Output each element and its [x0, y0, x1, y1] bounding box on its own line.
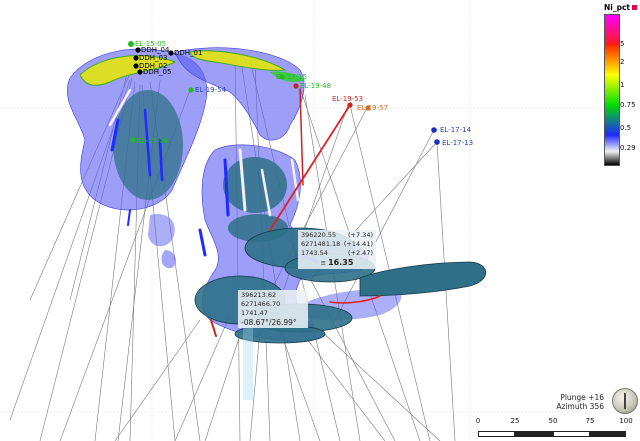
collar-el-15-04[interactable] [130, 137, 136, 143]
compass-needle-icon [624, 393, 626, 409]
legend-swatch [605, 135, 619, 165]
3d-viewport[interactable]: EL-15-05 DDH_04 DDH_03 DDH_01 DDH_02 DDH… [0, 0, 640, 441]
readout-delta: (+7.34) [348, 231, 373, 239]
measurement-readout-1: 396220.55 (+7.34) 6271481.18 (+14.41) 17… [298, 230, 376, 269]
legend-swatch [605, 105, 619, 135]
readout-delta: (+14.41) [343, 240, 373, 248]
collar-ddh-04[interactable] [135, 47, 141, 53]
scale-segment [515, 431, 553, 437]
legend-title: Ni_pct [604, 3, 637, 12]
readout-angle: -08.67°/26.99° [241, 318, 297, 327]
readout-coord: 1741.47 [241, 309, 268, 317]
legend-tick: 5 [620, 40, 625, 48]
legend-swatch [605, 15, 619, 45]
legend-tick: 0.5 [620, 124, 632, 132]
collar-el-17-14[interactable] [431, 127, 437, 133]
distance-icon: ≡ [320, 259, 327, 267]
hole-label: DDH_01 [174, 49, 202, 57]
collar-el-19-54[interactable] [188, 87, 194, 93]
readout-coord: 6271466.70 [241, 300, 281, 308]
legend-tick: 0.29 [620, 144, 636, 152]
scale-segment [590, 431, 626, 437]
hole-label: EL-19-54 [195, 86, 227, 94]
legend-tick: 1 [620, 81, 625, 89]
readout-coord: 396213.62 [241, 291, 277, 299]
scale-tick: 100 [619, 417, 633, 425]
readout-coord: 396220.55 [301, 231, 337, 239]
collar-ddh-03[interactable] [133, 55, 139, 61]
hole-label: EL-19-48 [300, 82, 331, 90]
scale-segment [478, 431, 515, 437]
measurement-readout-2: 396213.62 6271466.70 1741.47 -08.67°/26.… [238, 290, 308, 328]
scale-bar: 0 25 50 75 100 [475, 411, 636, 439]
legend-swatch [605, 75, 619, 105]
scene-canvas[interactable]: EL-15-05 DDH_04 DDH_03 DDH_01 DDH_02 DDH… [0, 0, 640, 441]
hole-label: DDH_03 [139, 54, 167, 62]
scale-segment [553, 431, 590, 437]
collar-ddh-05[interactable] [137, 69, 143, 75]
collar-el-19-48[interactable] [293, 83, 299, 89]
collar-el-17-13[interactable] [434, 139, 440, 145]
scale-tick: 0 [475, 417, 481, 425]
hole-label: EL-17-13 [442, 139, 473, 147]
close-icon[interactable] [632, 5, 637, 10]
collar-ddh-02[interactable] [133, 63, 139, 69]
hole-label: EL-17-14 [440, 126, 472, 134]
readout-distance: 16.35 [328, 258, 354, 267]
collar-el-19-53[interactable] [347, 102, 353, 108]
legend-tick: 0.75 [620, 101, 636, 109]
hole-label: DDH_04 [141, 46, 170, 54]
readout-coord: 6271481.18 [301, 240, 341, 248]
azimuth-value: Azimuth 356 [556, 402, 604, 411]
hole-label: EL-19-53 [332, 95, 363, 103]
legend-swatch [605, 45, 619, 75]
grade-legend[interactable]: Ni_pct 5 2 1 0.75 0.5 0.29 [600, 3, 640, 166]
scale-tick: 50 [548, 417, 558, 425]
legend-tick: 2 [620, 58, 625, 66]
scale-tick: 25 [510, 417, 520, 425]
view-orientation: Plunge +16 Azimuth 356 [530, 393, 604, 411]
legend-colorbar [604, 14, 620, 166]
readout-coord: 1743.54 [301, 249, 328, 257]
hole-label: EL-19-57 [357, 104, 388, 112]
scale-tick: 75 [585, 417, 595, 425]
collar-el-15-05[interactable] [128, 41, 134, 47]
hole-label: EL-15-04 [137, 137, 169, 145]
plunge-value: Plunge +16 [560, 393, 604, 402]
hole-label: EL-17-15 [276, 73, 307, 81]
readout-delta: (+2.47) [348, 249, 373, 257]
hole-label: DDH_05 [143, 68, 171, 76]
